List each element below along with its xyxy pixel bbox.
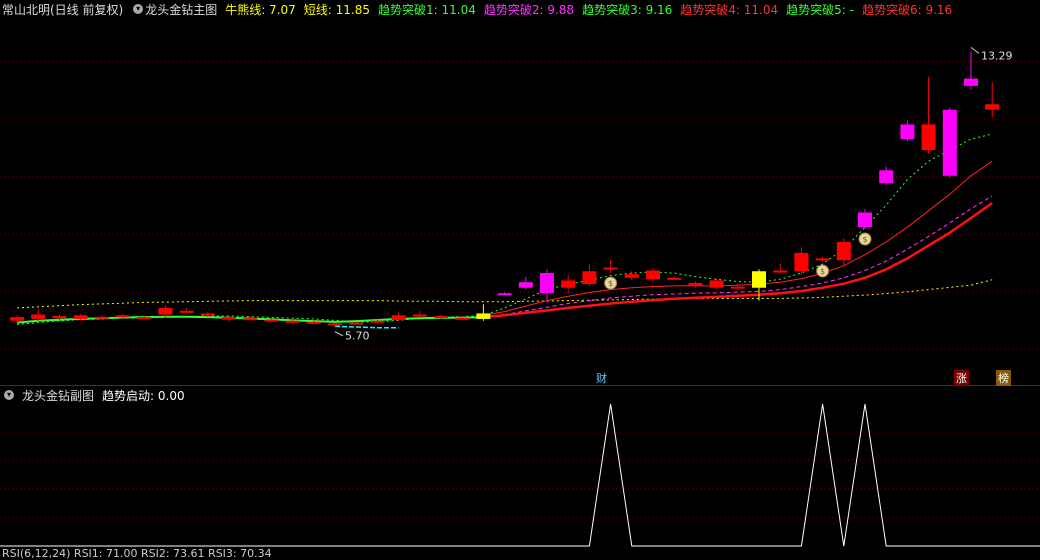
money-bag-symbol: $ <box>608 279 613 288</box>
chevron-down-icon[interactable]: ▾ <box>4 390 14 400</box>
trend-start-value: 趋势启动: 0.00 <box>102 388 185 403</box>
candle-body <box>815 258 830 261</box>
candle-body <box>603 267 618 270</box>
candle-body <box>264 319 279 322</box>
candle-body <box>116 315 130 318</box>
candle-body <box>921 124 936 151</box>
candle-body <box>773 270 788 273</box>
indicator-line-label[interactable]: 趋势突破4: 11.04 <box>680 3 778 17</box>
candle-body <box>794 252 809 272</box>
candle-body <box>285 320 300 323</box>
main-header: 常山北明(日线 前复权) ▾ 龙头金钻主图 牛熊线: 7.07 短线: 11.85… <box>0 0 960 18</box>
candle-body <box>455 317 470 320</box>
bang-marker[interactable]: 榜 <box>996 370 1011 386</box>
short-line <box>16 133 993 325</box>
money-bag-symbol: $ <box>862 235 867 244</box>
low-label: 5.70 <box>345 330 370 343</box>
trend-start-series <box>0 403 1040 547</box>
candle-body <box>434 316 448 319</box>
candle-body <box>412 314 427 317</box>
indicator-line-label[interactable]: 趋势突破6: 9.16 <box>862 3 952 17</box>
cyan-line <box>334 325 399 329</box>
candle-body <box>900 124 915 140</box>
indicator-line-label[interactable]: 短线: 11.85 <box>304 3 370 17</box>
money-bag-symbol: $ <box>820 267 825 276</box>
indicator-line-label[interactable]: 趋势突破5: - <box>786 3 854 17</box>
candle-body <box>73 315 88 319</box>
high-pointer <box>970 46 980 54</box>
candle-body <box>709 280 724 288</box>
main-indicator-lines <box>16 133 993 329</box>
rsi-header-cut: RSI(6,12,24) RSI1: 71.00 RSI2: 73.61 RSI… <box>0 546 280 560</box>
candle-body <box>730 286 745 289</box>
main-grid <box>0 61 1040 350</box>
sub-indicator-name[interactable]: 龙头金钻副图 <box>22 387 94 404</box>
candle-body <box>518 282 533 288</box>
candle-body <box>561 280 576 288</box>
candle-body <box>688 282 703 286</box>
candle-body <box>667 277 682 280</box>
candle-body <box>391 315 406 321</box>
candle-body <box>879 170 894 184</box>
sub-grid <box>0 431 1040 519</box>
candle-body <box>752 271 766 288</box>
candlesticks <box>10 51 1000 328</box>
candle-body <box>964 78 978 86</box>
chevron-down-icon[interactable]: ▾ <box>133 4 144 14</box>
candle-body <box>94 316 109 319</box>
trend-start-line <box>0 403 1040 547</box>
candle-body <box>624 274 639 278</box>
candle-body <box>540 273 554 294</box>
candle-body <box>222 317 236 320</box>
candle-body <box>52 316 67 319</box>
chart-canvas: $ $ $ 13.29 5.70 <box>0 46 1040 547</box>
candle-body <box>476 313 491 319</box>
candle-body <box>306 321 321 324</box>
candle-body <box>137 317 152 320</box>
indicator-line-label[interactable]: 牛熊线: 7.07 <box>225 3 296 17</box>
zhang-marker[interactable]: 涨 <box>954 370 969 386</box>
candle-body <box>985 104 1000 110</box>
candle-body <box>158 307 173 315</box>
candle-body <box>179 310 194 313</box>
candle-body <box>942 109 957 176</box>
candle-body <box>10 317 24 321</box>
stock-title[interactable]: 常山北明(日线 前复权) <box>2 1 123 18</box>
indicator-line-label[interactable]: 趋势突破1: 11.04 <box>378 3 476 17</box>
high-label: 13.29 <box>981 49 1013 62</box>
candle-body <box>328 323 342 326</box>
trend-break-4-line <box>483 160 993 316</box>
indicator-line-labels: 牛熊线: 7.07 短线: 11.85 趋势突破1: 11.04 趋势突破2: 9.8… <box>225 1 960 18</box>
candle-body <box>836 241 851 261</box>
indicator-line-label[interactable]: 趋势突破2: 9.88 <box>484 3 574 17</box>
candle-body <box>349 322 364 325</box>
cai-marker[interactable]: 财 <box>594 370 609 386</box>
main-indicator-name[interactable]: 龙头金钻主图 <box>145 1 217 18</box>
trend-break-2-line <box>483 195 993 318</box>
rsi-text: RSI(6,12,24) RSI1: 71.00 RSI2: 73.61 RSI… <box>2 546 272 560</box>
low-pointer <box>334 331 344 337</box>
candle-body <box>200 313 215 316</box>
candle-body <box>497 293 512 296</box>
candle-body <box>31 314 46 319</box>
candle-body <box>858 212 872 228</box>
sub-header: ▾ 龙头金钻副图 趋势启动: 0.00 <box>0 386 193 404</box>
candle-body <box>646 270 660 280</box>
indicator-line-label[interactable]: 趋势突破3: 9.16 <box>582 3 672 17</box>
candle-body <box>370 320 385 323</box>
candle-body <box>582 271 597 285</box>
candle-body <box>243 318 258 321</box>
